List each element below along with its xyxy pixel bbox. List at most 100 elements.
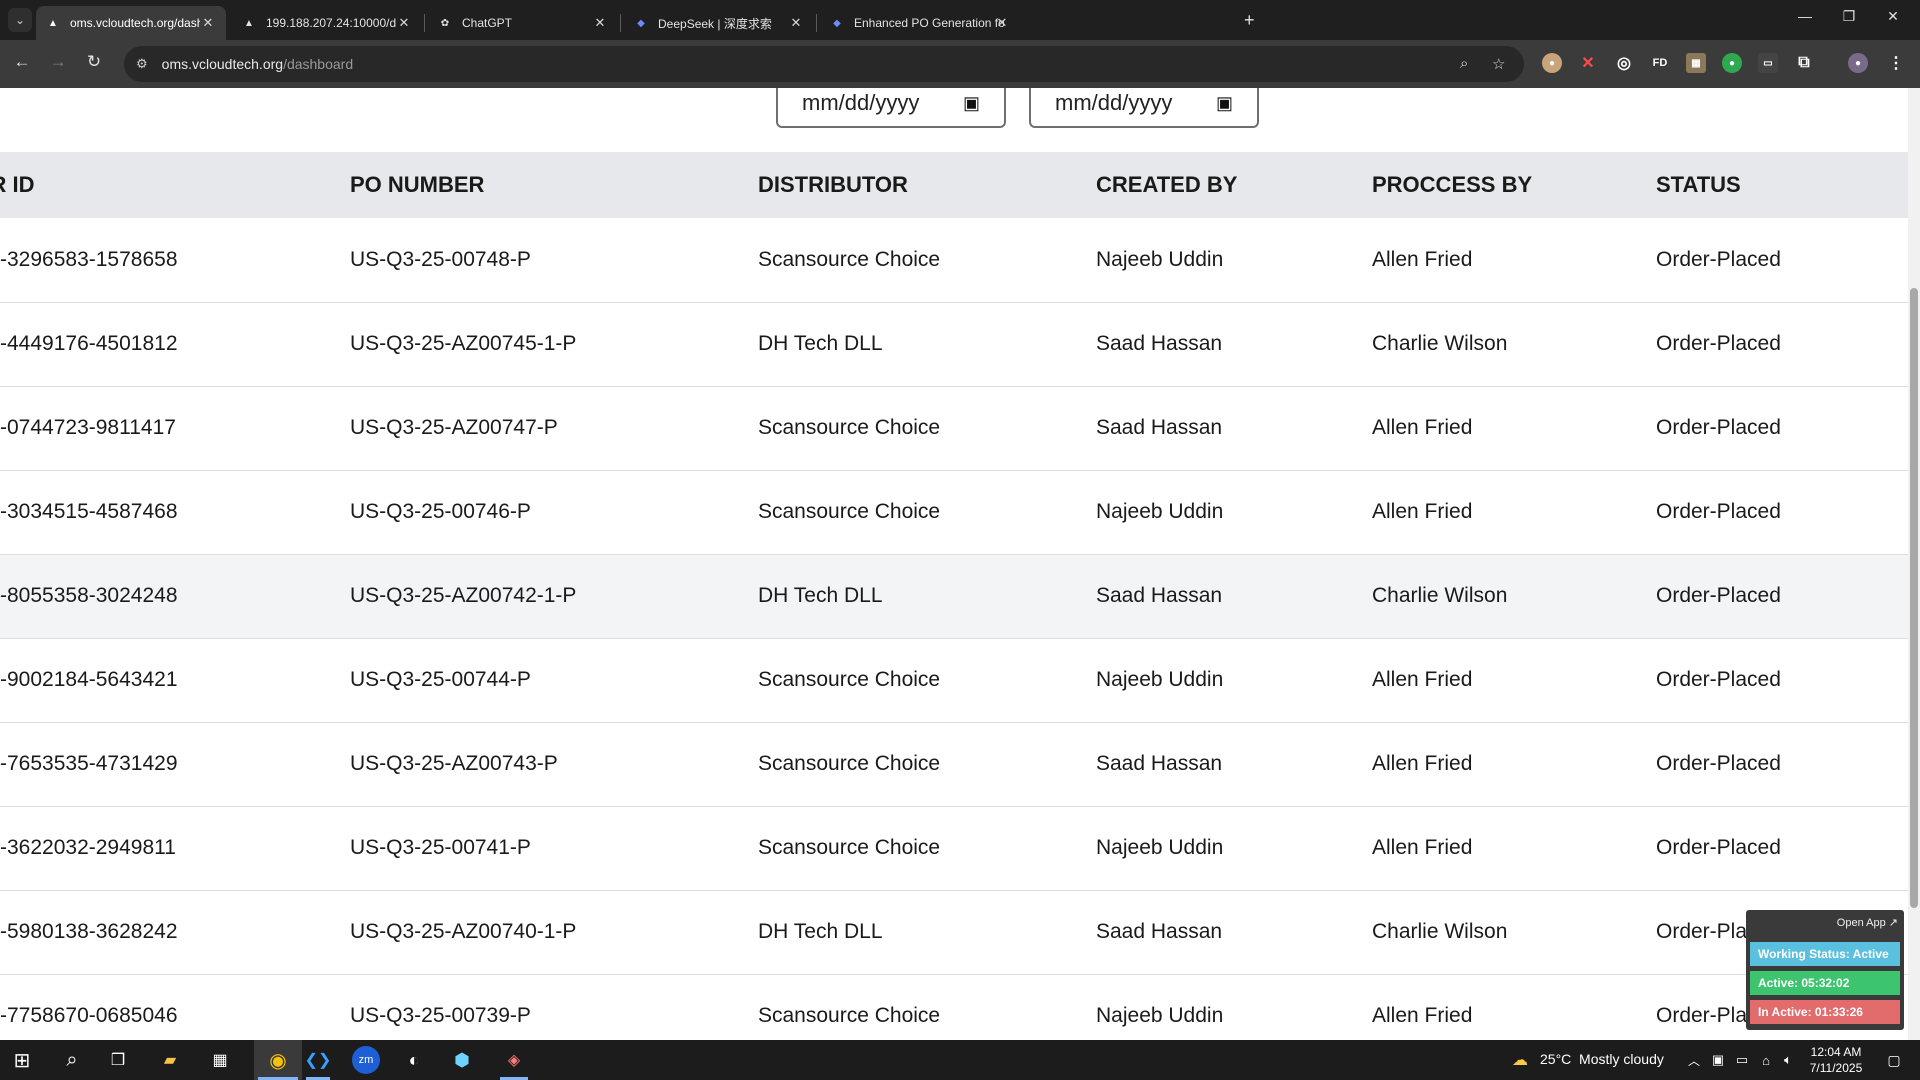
status-cell: Order-Placed: [1656, 806, 1908, 891]
more-menu-icon[interactable]: ⋮: [1886, 53, 1906, 73]
header-process-by[interactable]: PROCCESS BY: [1372, 152, 1656, 218]
order-id-cell: -4449176-4501812: [0, 302, 350, 387]
tab-enhanced-po[interactable]: ◆ Enhanced PO Generation for M ✕: [820, 6, 1230, 40]
close-tab-icon[interactable]: ✕: [788, 15, 804, 31]
extension-avatar-icon[interactable]: ●: [1542, 53, 1562, 73]
order-id-cell: -3296583-1578658: [0, 218, 350, 303]
back-arrow-icon[interactable]: ←: [10, 52, 34, 72]
tab-chatgpt[interactable]: ✿ ChatGPT ✕: [428, 6, 618, 40]
header-created-by[interactable]: CREATED BY: [1096, 152, 1372, 218]
new-tab-plus-icon[interactable]: +: [1244, 10, 1255, 31]
extension-fd-icon[interactable]: FD: [1650, 53, 1670, 73]
table-row[interactable]: -4449176-4501812 US-Q3-25-AZ00745-1-P DH T…: [0, 302, 1908, 387]
process-by-cell: Charlie Wilson: [1372, 302, 1656, 387]
open-app-link[interactable]: Open App ↗: [1837, 916, 1898, 929]
status-cell: Order-Placed: [1656, 386, 1908, 471]
app-hexagon-icon[interactable]: ⬢: [448, 1046, 476, 1074]
file-explorer-icon[interactable]: ▰: [156, 1046, 184, 1074]
close-window-icon[interactable]: ✕: [1870, 8, 1916, 25]
zoom-icon[interactable]: ⌕: [1460, 55, 1468, 72]
order-id-cell: -5980138-3628242: [0, 890, 350, 975]
order-id-cell: -3034515-4587468: [0, 470, 350, 555]
tab-search-chevron-icon[interactable]: ⌄: [8, 8, 32, 32]
table-row[interactable]: -9002184-5643421 US-Q3-25-00744-P Scansour…: [0, 638, 1908, 723]
header-po-number[interactable]: PO NUMBER: [350, 152, 758, 218]
windows-start-icon[interactable]: ⊞: [8, 1046, 36, 1074]
header-order-id[interactable]: DER ID: [0, 152, 350, 218]
extension-globe-icon[interactable]: ◎: [1614, 53, 1634, 73]
distributor-cell: Scansource Choice: [758, 218, 1096, 303]
url-path: /dashboard: [283, 56, 354, 72]
close-tab-icon[interactable]: ✕: [994, 15, 1010, 31]
time-tracker-widget: Open App ↗ Working Status: Active Active…: [1746, 910, 1904, 1030]
extension-image-icon[interactable]: ▦: [1686, 53, 1706, 73]
table-row[interactable]: -3034515-4587468 US-Q3-25-00746-P Scansour…: [0, 470, 1908, 555]
table-row[interactable]: -3622032-2949811 US-Q3-25-00741-P Scansour…: [0, 806, 1908, 891]
process-by-cell: Allen Fried: [1372, 638, 1656, 723]
table-row[interactable]: -5980138-3628242 US-Q3-25-AZ00740-1-P DH T…: [0, 890, 1908, 975]
chatgpt-logo-icon: ✿: [440, 17, 450, 29]
system-clock[interactable]: 12:04 AM 7/11/2025: [1796, 1044, 1876, 1076]
profile-avatar-icon[interactable]: ●: [1848, 53, 1868, 73]
search-icon[interactable]: ⌕: [58, 1046, 86, 1074]
po-number-cell: US-Q3-25-AZ00742-1-P: [350, 554, 758, 639]
scrollbar-thumb[interactable]: [1910, 288, 1918, 908]
forward-arrow-icon[interactable]: →: [46, 52, 70, 72]
tab-title: 199.188.207.24:10000/dashboa: [266, 16, 396, 30]
extension-green-icon[interactable]: ●: [1722, 53, 1742, 73]
active-time-badge: Active: 05:32:02: [1750, 971, 1900, 995]
process-by-cell: Allen Fried: [1372, 806, 1656, 891]
extension-monitor-icon[interactable]: ▭: [1758, 53, 1778, 73]
tab-ip-dashboard[interactable]: ▲ 199.188.207.24:10000/dashboa ✕: [232, 6, 422, 40]
created-by-cell: Saad Hassan: [1096, 302, 1372, 387]
close-tab-icon[interactable]: ✕: [592, 15, 608, 31]
zoom-app-icon[interactable]: zm: [352, 1046, 380, 1074]
weather-text[interactable]: 25°C Mostly cloudy: [1540, 1051, 1664, 1067]
order-id-cell: -7758670-0685046: [0, 974, 350, 1040]
table-row[interactable]: -7653535-4731429 US-Q3-25-AZ00743-P Scanso…: [0, 722, 1908, 807]
restore-icon[interactable]: ❐: [1826, 8, 1872, 25]
chrome-icon[interactable]: ◉: [264, 1046, 292, 1074]
app-leaf-icon[interactable]: ◐: [400, 1046, 428, 1074]
header-distributor[interactable]: DISTRIBUTOR: [758, 152, 1096, 218]
working-status-badge: Working Status: Active: [1750, 942, 1900, 966]
calendar-icon[interactable]: ▣: [963, 93, 980, 114]
site-info-icon[interactable]: ⚙: [136, 56, 148, 72]
table-row[interactable]: -8055358-3024248 US-Q3-25-AZ00742-1-P DH T…: [0, 554, 1908, 639]
header-status[interactable]: STATUS: [1656, 152, 1908, 218]
minimize-icon[interactable]: —: [1782, 8, 1828, 24]
reload-icon[interactable]: ↻: [82, 52, 106, 72]
distributor-cell: Scansource Choice: [758, 386, 1096, 471]
table-row[interactable]: -0744723-9811417 US-Q3-25-AZ00747-P Scanso…: [0, 386, 1908, 471]
extensions-puzzle-icon[interactable]: ⧉: [1794, 53, 1814, 73]
order-id-cell: -7653535-4731429: [0, 722, 350, 807]
table-row[interactable]: -7758670-0685046 US-Q3-25-00739-P Scansour…: [0, 974, 1908, 1040]
deepseek-logo-icon: ◆: [637, 17, 645, 29]
microsoft-store-icon[interactable]: ▦: [206, 1046, 234, 1074]
created-by-cell: Najeeb Uddin: [1096, 470, 1372, 555]
calendar-icon[interactable]: ▣: [1216, 93, 1233, 114]
created-by-cell: Saad Hassan: [1096, 722, 1372, 807]
app-tracker-icon[interactable]: ◈: [500, 1046, 528, 1074]
url-host: oms.vcloudtech.org: [161, 56, 284, 72]
tab-oms-dashboard[interactable]: ▲ oms.vcloudtech.org/dashboard ✕: [36, 6, 226, 40]
notification-icon[interactable]: ▢: [1880, 1046, 1908, 1074]
date-from-input[interactable]: mm/dd/yyyy ▣: [776, 88, 1006, 128]
status-cell: Order-Placed: [1656, 470, 1908, 555]
vscode-icon[interactable]: ❮❯: [304, 1046, 332, 1074]
close-tab-icon[interactable]: ✕: [396, 15, 412, 31]
created-by-cell: Najeeb Uddin: [1096, 218, 1372, 303]
extension-x-icon[interactable]: ✕: [1578, 53, 1598, 73]
address-bar[interactable]: ⚙ oms.vcloudtech.org/dashboard ⌕ ☆: [124, 46, 1524, 82]
weather-icon[interactable]: ☁: [1506, 1046, 1534, 1074]
page-scrollbar[interactable]: [1908, 88, 1920, 1040]
table-row[interactable]: -3296583-1578658 US-Q3-25-00748-P Scansour…: [0, 218, 1908, 303]
task-view-icon[interactable]: ❒: [104, 1046, 132, 1074]
bookmark-star-icon[interactable]: ☆: [1492, 55, 1505, 73]
close-tab-icon[interactable]: ✕: [200, 15, 216, 31]
date-to-input[interactable]: mm/dd/yyyy ▣: [1029, 88, 1259, 128]
created-by-cell: Najeeb Uddin: [1096, 974, 1372, 1040]
process-by-cell: Allen Fried: [1372, 470, 1656, 555]
tab-separator: [620, 14, 621, 32]
tab-deepseek[interactable]: ◆ DeepSeek | 深度求索 ✕: [624, 6, 814, 40]
